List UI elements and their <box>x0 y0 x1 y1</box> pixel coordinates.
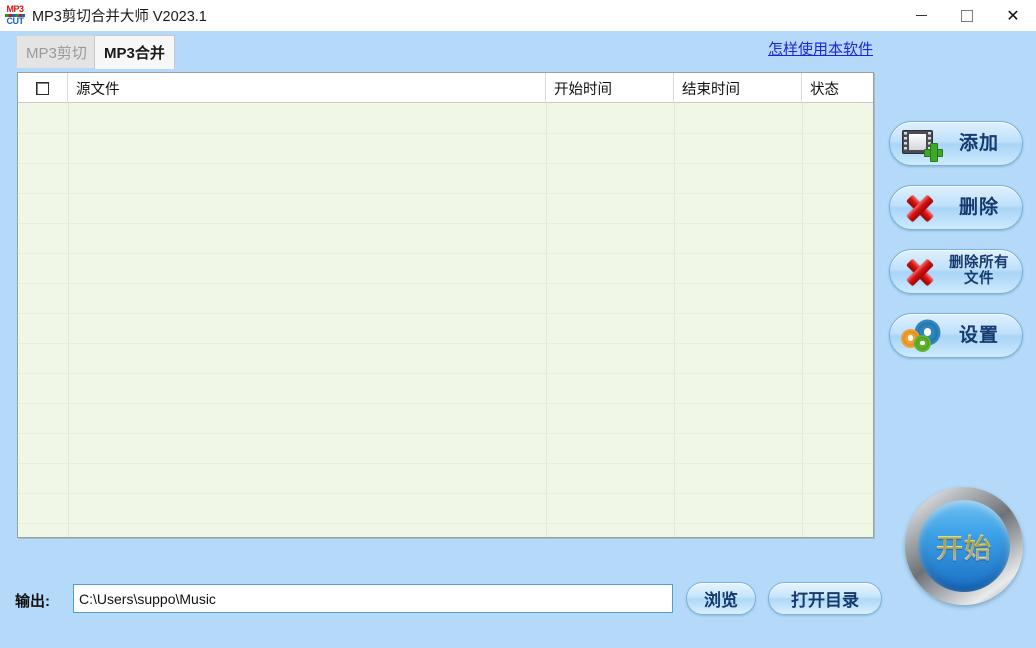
table-header-start-time[interactable]: 开始时间 <box>546 73 674 103</box>
table-row-divider <box>18 493 873 494</box>
minimize-button[interactable] <box>898 0 944 31</box>
delete-all-files-button-label: 删除所有 文件 <box>949 255 1009 287</box>
add-button-label: 添加 <box>958 132 999 154</box>
browse-button[interactable]: 浏览 <box>686 582 756 615</box>
table-column-divider <box>546 103 547 537</box>
settings-button[interactable]: 设置 <box>889 313 1023 358</box>
tab-mp3-cut[interactable]: MP3剪切 <box>16 35 97 68</box>
table-body-empty[interactable] <box>18 103 873 537</box>
title-bar: MP3 CUT MP3剪切合并大师 V2023.1 ✕ <box>0 0 1036 31</box>
table-row-divider <box>18 463 873 464</box>
mp3-cut-icon-bottom-text: CUT <box>6 15 25 26</box>
tab-strip: MP3剪切 MP3合并 <box>0 31 1036 69</box>
output-path-input[interactable] <box>73 584 673 613</box>
mp3-cut-icon: MP3 CUT <box>4 3 26 27</box>
table-row-divider <box>18 253 873 254</box>
select-all-checkbox[interactable] <box>36 81 49 95</box>
table-header-row: 源文件 开始时间 结束时间 状态 <box>18 73 873 103</box>
table-row-divider <box>18 193 873 194</box>
table-row-divider <box>18 343 873 344</box>
gears-icon <box>900 319 942 353</box>
delete-all-files-button[interactable]: 删除所有 文件 <box>889 249 1023 294</box>
red-x-icon <box>900 255 942 289</box>
maximize-button[interactable] <box>944 0 990 31</box>
output-label: 输出: <box>15 593 50 610</box>
table-row-divider <box>18 223 873 224</box>
table-column-divider <box>802 103 803 537</box>
start-button-label: 开始 <box>936 527 992 566</box>
mp3-cut-icon-top-text: MP3 <box>6 3 24 14</box>
window-controls: ✕ <box>898 0 1036 31</box>
window-title: MP3剪切合并大师 V2023.1 <box>32 9 207 25</box>
tab-mp3-merge[interactable]: MP3合并 <box>94 35 175 69</box>
table-column-divider <box>674 103 675 537</box>
table-header-select-all[interactable] <box>18 73 68 103</box>
open-directory-button[interactable]: 打开目录 <box>768 582 882 615</box>
table-row-divider <box>18 163 873 164</box>
table-row-divider <box>18 373 873 374</box>
add-button[interactable]: 添加 <box>889 121 1023 166</box>
start-button[interactable]: 开始 <box>905 487 1023 605</box>
delete-button-label: 删除 <box>958 196 999 218</box>
red-x-icon <box>900 191 942 225</box>
table-row-divider <box>18 283 873 284</box>
film-add-icon <box>900 127 943 162</box>
table-header-end-time[interactable]: 结束时间 <box>674 73 802 103</box>
help-link[interactable]: 怎样使用本软件 <box>768 38 873 59</box>
delete-button[interactable]: 删除 <box>889 185 1023 230</box>
table-header-status[interactable]: 状态 <box>802 73 873 103</box>
table-row-divider <box>18 523 873 524</box>
table-row-divider <box>18 433 873 434</box>
file-table: 源文件 开始时间 结束时间 状态 <box>17 72 874 538</box>
close-button[interactable]: ✕ <box>990 0 1036 31</box>
table-header-source-file[interactable]: 源文件 <box>68 73 546 103</box>
start-button-face: 开始 <box>918 500 1010 592</box>
table-row-divider <box>18 133 873 134</box>
table-column-divider <box>68 103 69 537</box>
settings-button-label: 设置 <box>958 324 999 346</box>
table-row-divider <box>18 403 873 404</box>
table-row-divider <box>18 313 873 314</box>
